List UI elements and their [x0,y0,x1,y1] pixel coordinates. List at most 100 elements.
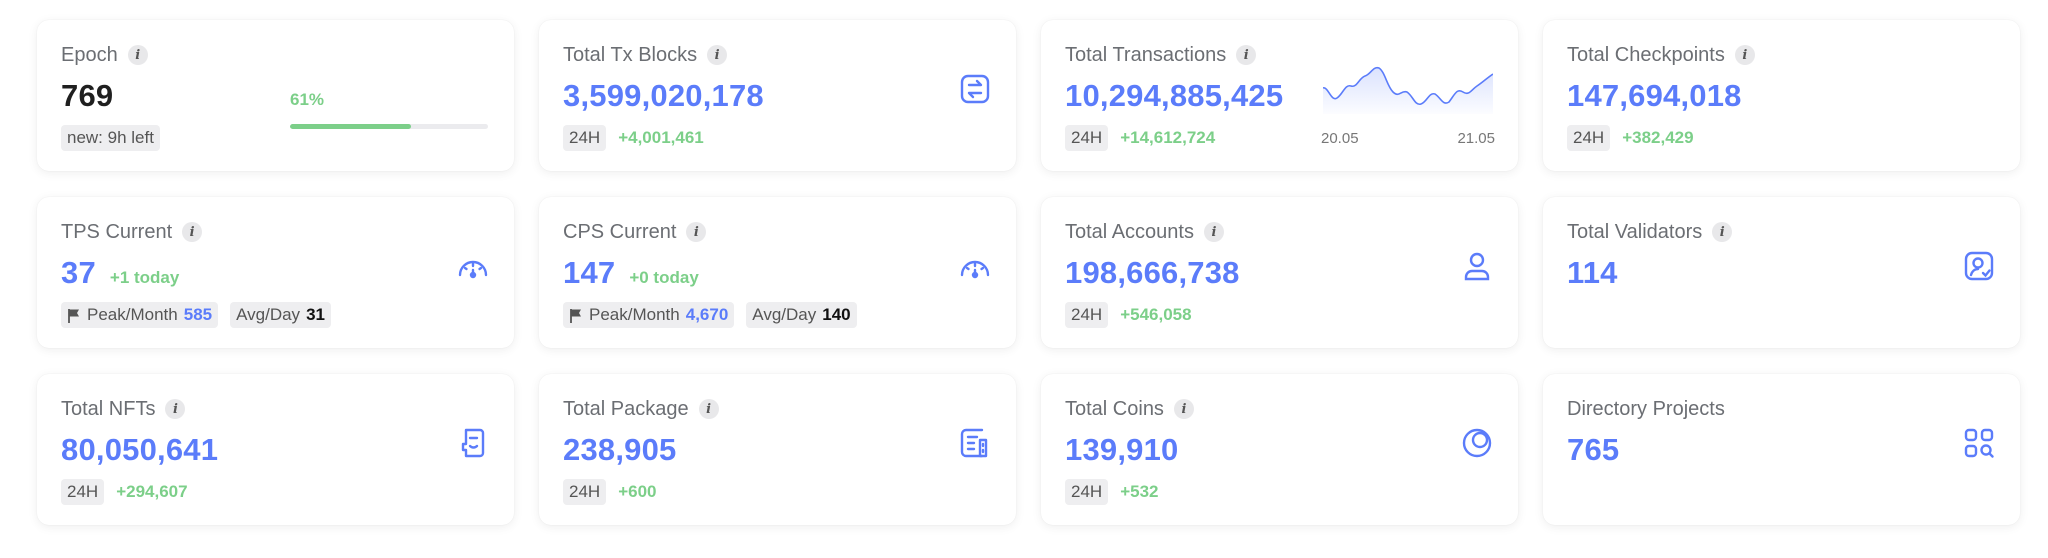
accounts-card: Total Accounts i 198,666,738 24H +546,05… [1041,197,1518,348]
epoch-progress-fill [290,124,411,129]
checkpoints-delta: +382,429 [1622,128,1694,147]
user-icon [1464,252,1490,281]
card-title: Total Package i [563,396,992,422]
accounts-delta: +546,058 [1120,305,1192,324]
transactions-sparkline [1323,66,1493,114]
value-row: 3,599,020,178 [563,78,992,116]
cps-title: CPS Current [563,220,677,243]
avg-label: Avg/Day [236,305,301,324]
period-tag: 24H [61,479,105,505]
tx-blocks-value: 3,599,020,178 [563,78,764,113]
period-tag: 24H [1065,302,1109,328]
value-row: 139,910 [1065,432,1494,470]
info-icon[interactable]: i [1173,399,1194,419]
tx-blocks-card: Total Tx Blocks i 3,599,020,178 24H +4,0… [539,20,1016,171]
sparkline-start-label: 20.05 [1321,130,1359,147]
sub-row: Peak/Month 4,670 Avg/Day 140 [563,301,992,329]
info-icon[interactable]: i [686,222,707,242]
checkpoints-card: Total Checkpoints i 147,694,018 24H +382… [1543,20,2020,171]
value-row: 114 [1567,255,1996,293]
value-row: 765 [1567,432,1996,470]
period-tag: 24H [563,125,607,151]
card-title: Total Checkpoints i [1567,42,1996,68]
sub-row: 24H +294,607 [61,478,490,506]
transactions-card: Total Transactions i 10,294,885,425 24H … [1041,20,1518,171]
sub-row: Peak/Month 585 Avg/Day 31 [61,301,490,329]
info-icon[interactable]: i [1734,45,1755,65]
validators-title: Total Validators [1567,220,1703,243]
period-tag: 24H [1065,479,1109,505]
tx-blocks-delta: +4,001,461 [618,128,704,147]
epoch-value: 769 [61,78,114,113]
period-tag: 24H [1567,125,1611,151]
peak-month-tag: Peak/Month 585 [61,302,219,328]
peak-value: 4,670 [685,305,729,324]
info-icon[interactable]: i [127,45,148,65]
value-row: 37 +1 today [61,255,490,293]
peak-label: Peak/Month [87,305,178,324]
info-icon[interactable]: i [1236,45,1257,65]
cps-today: +0 today [629,268,699,287]
sub-row: 24H +382,429 [1567,124,1996,152]
info-icon[interactable]: i [707,45,728,65]
period-tag: 24H [563,479,607,505]
card-title: Total Coins i [1065,396,1494,422]
info-icon[interactable]: i [698,399,719,419]
coins-icon [1462,428,1492,458]
card-title: Total Validators i [1567,219,1996,245]
nfts-value: 80,050,641 [61,432,219,467]
cps-card: CPS Current i 147 +0 today Peak/Month 4,… [539,197,1016,348]
avg-label: Avg/Day [752,305,817,324]
info-icon[interactable]: i [1712,222,1733,242]
flag-icon [570,308,581,323]
sparkline-labels: 20.05 21.05 [1321,130,1495,147]
sub-row: 24H +4,001,461 [563,124,992,152]
package-title: Total Package [563,397,689,420]
info-icon[interactable]: i [182,222,203,242]
card-title: Epoch i [61,42,490,68]
accounts-value: 198,666,738 [1065,255,1240,290]
coins-delta: +532 [1120,482,1159,501]
coins-title: Total Coins [1065,397,1164,420]
package-icon [960,428,988,458]
avg-day-tag: Avg/Day 140 [746,302,857,328]
transactions-value: 10,294,885,425 [1065,78,1284,113]
tps-card: TPS Current i 37 +1 today Peak/Month 585… [37,197,514,348]
projects-title: Directory Projects [1567,397,1725,420]
card-title: Total Tx Blocks i [563,42,992,68]
package-value: 238,905 [563,432,677,467]
package-delta: +600 [618,482,657,501]
avg-value: 140 [822,305,851,324]
transfer-icon [960,74,990,104]
nfts-delta: +294,607 [116,482,188,501]
nfts-card: Total NFTs i 80,050,641 24H +294,607 [37,374,514,525]
tx-blocks-title: Total Tx Blocks [563,43,698,66]
sub-row: 24H +532 [1065,478,1494,506]
epoch-progress: 61% [290,90,488,129]
info-icon[interactable]: i [165,399,186,419]
avg-day-tag: Avg/Day 31 [230,302,331,328]
validator-badge-icon [1964,251,1994,281]
peak-month-tag: Peak/Month 4,670 [563,302,735,328]
speedometer-icon [458,260,488,279]
peak-value: 585 [183,305,213,324]
sub-row: 24H +546,058 [1065,301,1494,329]
coins-card: Total Coins i 139,910 24H +532 [1041,374,1518,525]
value-row: 238,905 [563,432,992,470]
checkpoints-value: 147,694,018 [1567,78,1742,113]
transactions-title: Total Transactions [1065,43,1227,66]
value-row: 147,694,018 [1567,78,1996,116]
epoch-time-left-tag: new: 9h left [61,125,160,151]
card-title: Directory Projects [1567,396,1996,422]
coins-value: 139,910 [1065,432,1179,467]
value-row: 80,050,641 [61,432,490,470]
epoch-title: Epoch [61,43,118,66]
tps-value: 37 [61,255,96,290]
info-icon[interactable]: i [1203,222,1224,242]
avg-value: 31 [306,305,325,324]
flag-icon [68,308,79,323]
value-row: 147 +0 today [563,255,992,293]
peak-label: Peak/Month [589,305,680,324]
apps-search-icon [1964,428,1994,458]
card-title: CPS Current i [563,219,992,245]
